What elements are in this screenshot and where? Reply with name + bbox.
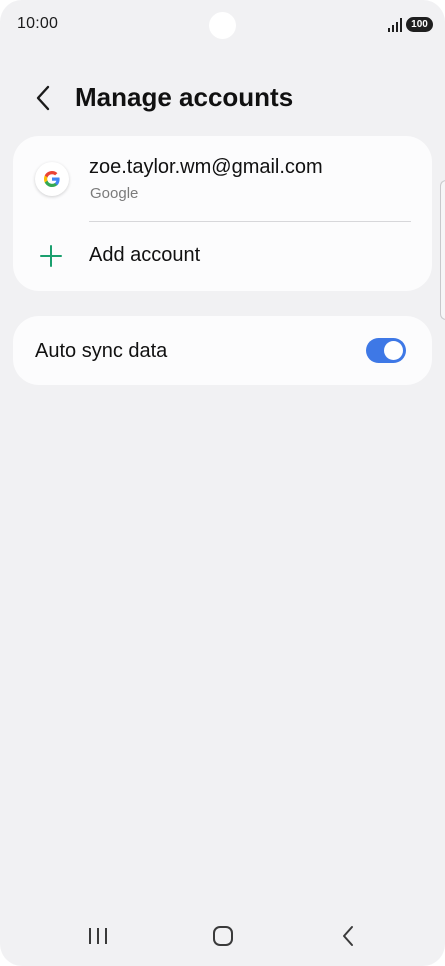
auto-sync-card[interactable]: Auto sync data [13, 316, 432, 385]
chevron-left-icon [36, 85, 50, 111]
status-bar: 10:00 100 [0, 0, 445, 50]
auto-sync-label: Auto sync data [35, 340, 168, 362]
back-icon [343, 926, 353, 946]
edge-panel-handle[interactable] [440, 180, 445, 320]
auto-sync-toggle[interactable] [366, 338, 406, 363]
google-logo-icon [35, 162, 69, 196]
add-account-label: Add account [89, 244, 201, 266]
battery-indicator: 100 [406, 17, 433, 32]
home-button[interactable] [203, 921, 243, 951]
signal-bars-icon [388, 18, 402, 32]
nav-back-button[interactable] [328, 921, 368, 951]
recent-apps-button[interactable] [78, 921, 118, 951]
header: Manage accounts [0, 70, 445, 126]
divider [89, 221, 411, 222]
accounts-card: zoe.taylor.wm@gmail.com Google Add accou… [13, 136, 432, 291]
account-provider: Google [90, 185, 139, 202]
camera-cutout [209, 12, 236, 39]
navigation-bar [0, 905, 445, 966]
back-button[interactable] [24, 78, 64, 118]
page-title: Manage accounts [75, 82, 294, 112]
plus-icon [40, 245, 62, 267]
account-email: zoe.taylor.wm@gmail.com [89, 156, 323, 178]
add-account-button[interactable]: Add account [13, 223, 432, 289]
home-icon [213, 926, 233, 946]
status-time: 10:00 [17, 15, 59, 32]
screen: 10:00 100 Manage accounts zoe.taylor.wm@… [0, 0, 445, 966]
toggle-knob [384, 341, 403, 360]
account-row-google[interactable]: zoe.taylor.wm@gmail.com Google [13, 136, 432, 222]
recent-apps-icon [89, 928, 107, 944]
